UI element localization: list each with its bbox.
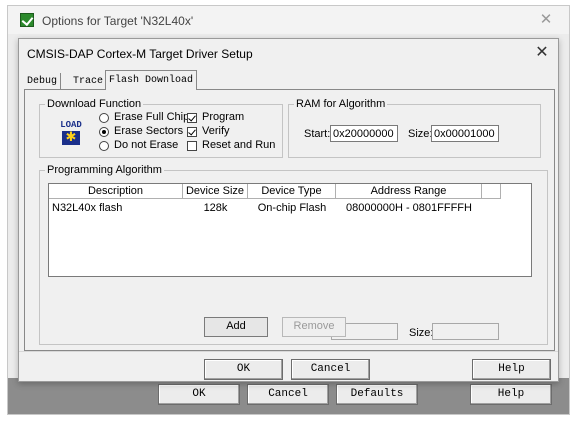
program-label: Program [202,111,245,123]
column-header-device-type[interactable]: Device Type [248,184,336,199]
tab-trace[interactable]: Trace [70,73,108,90]
algorithm-list[interactable]: Description Device Size Device Type Addr… [48,183,532,277]
outer-title-bar: Options for Target 'N32L40x' ✕ [8,6,569,34]
load-icon: LOAD ✱ [57,120,85,146]
download-function-label: Download Function [45,98,144,110]
program-checkbox[interactable] [187,113,197,123]
outer-help-button[interactable]: Help [470,384,552,405]
column-header-description[interactable]: Description [49,184,183,199]
algo-size-label: Size: [409,327,434,339]
outer-defaults-button[interactable]: Defaults [336,384,418,405]
ram-size-input[interactable]: 0x00001000 [431,125,499,142]
ram-size-label: Size: [408,128,433,140]
ram-for-algorithm-label: RAM for Algorithm [294,98,388,110]
tab-flash-download[interactable]: Flash Download [105,70,198,90]
column-header-device-size[interactable]: Device Size [183,184,248,199]
row-device-type: On-chip Flash [257,202,327,214]
help-button[interactable]: Help [472,359,551,380]
do-not-erase-label: Do not Erase [114,139,179,151]
outer-button-bar: OK Cancel Defaults Help [8,378,569,414]
dialog-close-icon[interactable]: ✕ [532,43,552,63]
row-description: N32L40x flash [52,202,123,214]
cancel-button[interactable]: Cancel [291,359,370,380]
add-button[interactable]: Add [204,317,268,337]
programming-algorithm-label: Programming Algorithm [45,164,164,176]
table-row[interactable]: N32L40x flash 128k On-chip Flash 0800000… [49,200,531,216]
outer-ok-button[interactable]: OK [158,384,240,405]
remove-button[interactable]: Remove [282,317,346,337]
erase-sectors-label: Erase Sectors [114,125,184,137]
target-driver-setup-dialog: CMSIS-DAP Cortex-M Target Driver Setup ✕… [18,38,559,382]
outer-close-icon[interactable]: ✕ [535,10,557,30]
flash-download-panel: Download Function LOAD ✱ Erase Full Chip… [24,89,555,351]
ram-start-input[interactable]: 0x20000000 [330,125,398,142]
erase-full-chip-radio[interactable] [99,113,109,123]
dialog-divider [19,351,558,352]
algo-size-input[interactable] [432,323,499,340]
do-not-erase-radio[interactable] [99,141,109,151]
row-address-range: 08000000H - 0801FFFFH [346,202,472,214]
column-header-address-range[interactable]: Address Range [336,184,482,199]
column-header-filler [482,184,501,199]
load-icon-star: ✱ [65,129,77,144]
reset-and-run-checkbox[interactable] [187,141,197,151]
ok-button[interactable]: OK [204,359,283,380]
outer-cancel-button[interactable]: Cancel [247,384,329,405]
verify-label: Verify [202,125,230,137]
app-check-icon [20,13,34,27]
dialog-title: CMSIS-DAP Cortex-M Target Driver Setup [27,47,253,61]
outer-window-title: Options for Target 'N32L40x' [42,14,194,28]
erase-sectors-radio[interactable] [99,127,109,137]
reset-and-run-label: Reset and Run [202,139,276,151]
tab-debug[interactable]: Debug [24,73,62,90]
erase-full-chip-label: Erase Full Chip [114,111,190,123]
row-device-size: 128k [203,202,228,214]
ram-start-label: Start: [304,128,331,140]
verify-checkbox[interactable] [187,127,197,137]
